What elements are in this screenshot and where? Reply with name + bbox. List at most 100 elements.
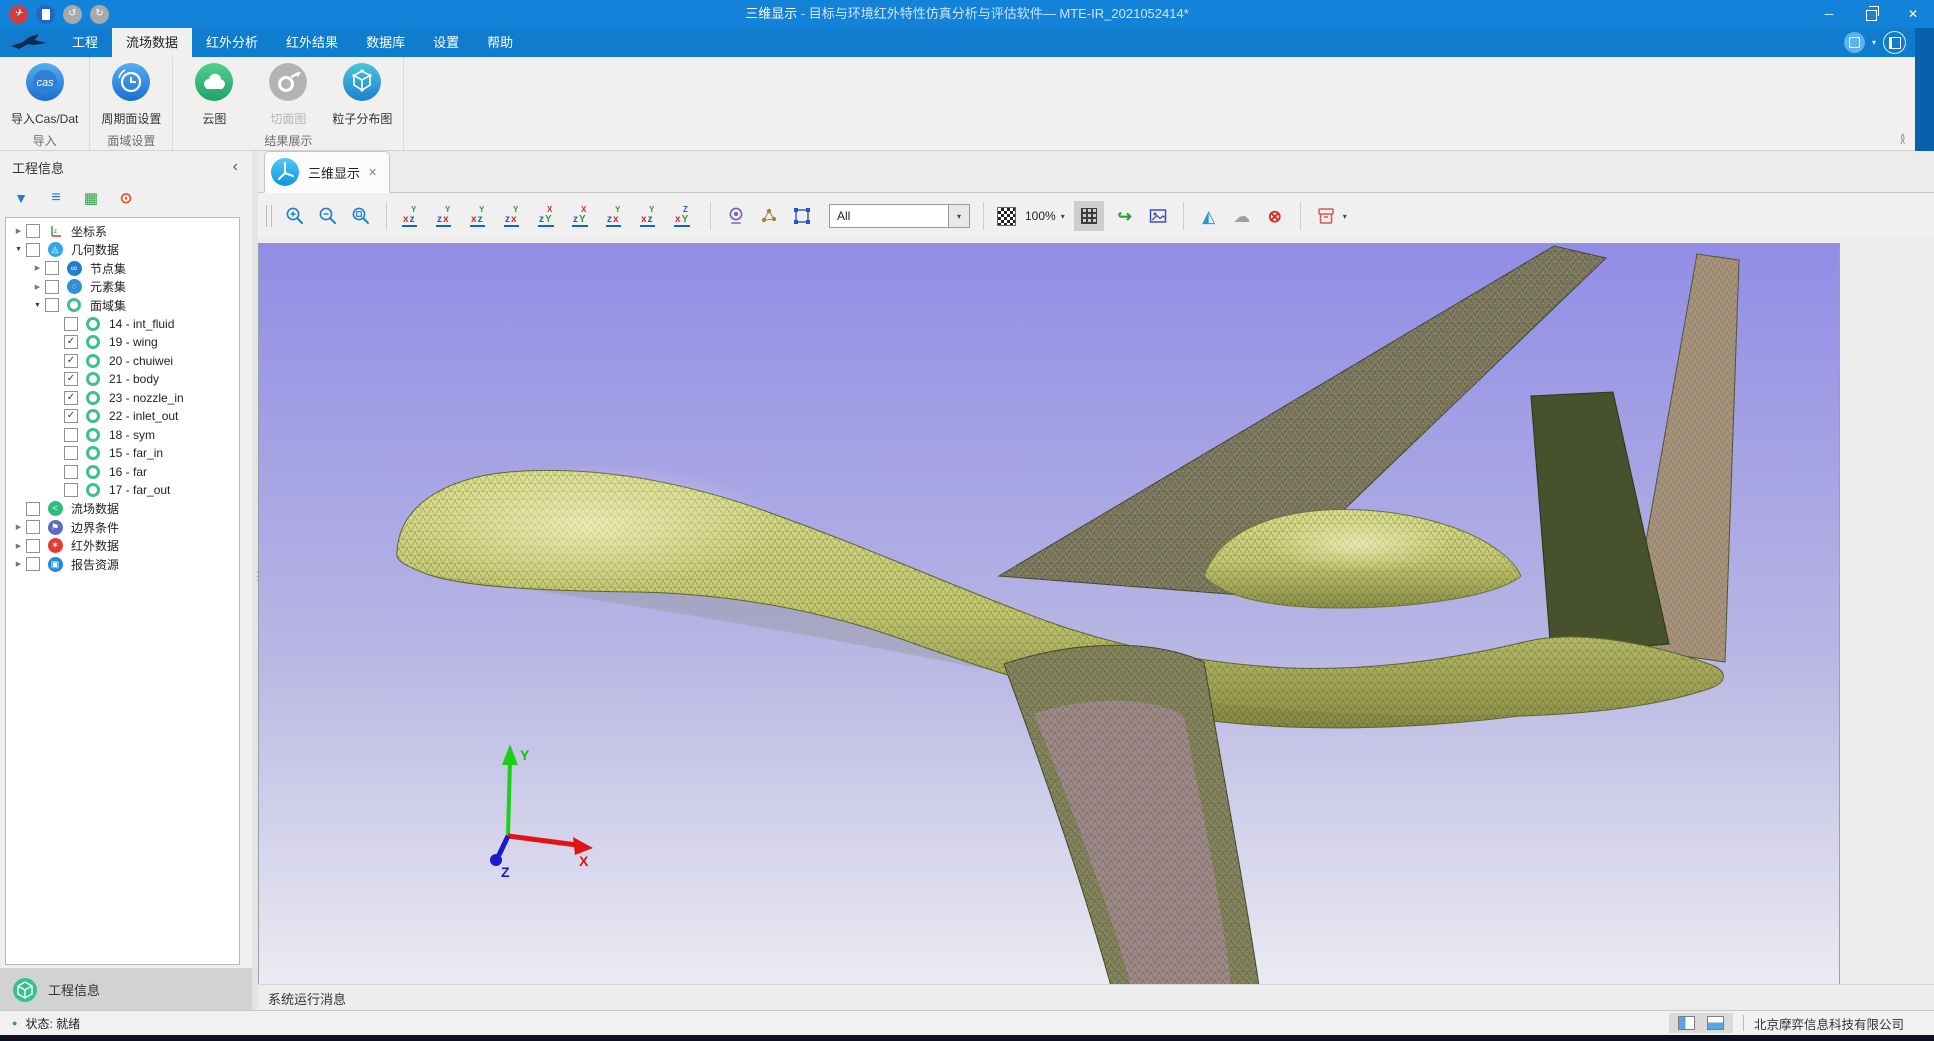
expander-closed-icon[interactable]: ▶ bbox=[12, 560, 25, 568]
expander-open-icon[interactable]: ▼ bbox=[31, 302, 44, 309]
zoom-out-button[interactable] bbox=[316, 204, 340, 228]
minimize-button[interactable]: ─ bbox=[1808, 0, 1850, 28]
zoom-in-button[interactable] bbox=[283, 204, 307, 228]
tree-item[interactable]: 17 - far_out bbox=[6, 481, 239, 500]
tree-item[interactable]: ▼◬几何数据 bbox=[6, 241, 239, 260]
ribbon-layout-caret-icon[interactable]: ▾ bbox=[1872, 38, 1876, 47]
tree-item[interactable]: 16 - far bbox=[6, 463, 239, 482]
notebook-panel-button[interactable] bbox=[1883, 31, 1906, 54]
combobox-dropdown-icon[interactable]: ▾ bbox=[948, 205, 969, 227]
expander-closed-icon[interactable]: ▶ bbox=[31, 283, 44, 291]
tree-item[interactable]: 14 - int_fluid bbox=[6, 315, 239, 334]
tree-item[interactable]: ✓21 - body bbox=[6, 370, 239, 389]
tree-checkbox[interactable] bbox=[64, 465, 78, 479]
menu-item-2[interactable]: 流场数据 bbox=[112, 28, 192, 57]
view-bottom-icon[interactable]: XzY bbox=[570, 205, 595, 228]
app-button[interactable]: ✈ bbox=[9, 5, 28, 24]
dither-pattern-icon[interactable] bbox=[997, 207, 1016, 226]
export-view-button[interactable]: ↪ bbox=[1113, 204, 1137, 228]
tree-checkbox[interactable]: ✓ bbox=[64, 391, 78, 405]
tree-checkbox[interactable]: ✓ bbox=[64, 409, 78, 423]
box-select-button[interactable] bbox=[790, 204, 814, 228]
tree-item[interactable]: 15 - far_in bbox=[6, 444, 239, 463]
menu-item-4[interactable]: 红外结果 bbox=[272, 28, 352, 57]
grid-view-button[interactable]: ▦ bbox=[82, 191, 100, 206]
tab-3d-view[interactable]: 三维显示 ✕ bbox=[264, 151, 390, 193]
view-iso-2-icon[interactable]: Yxz bbox=[638, 205, 663, 228]
display-filter-combobox[interactable]: All ▾ bbox=[829, 204, 970, 228]
tree-checkbox[interactable] bbox=[45, 280, 59, 294]
grid-toggle-button[interactable] bbox=[1074, 201, 1104, 231]
tree-checkbox[interactable] bbox=[26, 224, 40, 238]
viewport-3d-scene[interactable]: Y X Z bbox=[258, 243, 1840, 987]
collapse-ribbon-button[interactable]: ∧ ∧ bbox=[1899, 134, 1906, 144]
tree-checkbox[interactable] bbox=[26, 243, 40, 257]
menu-item-7[interactable]: 帮助 bbox=[473, 28, 527, 57]
collapse-panel-button[interactable]: ‹ bbox=[233, 159, 238, 175]
tree-checkbox[interactable] bbox=[45, 298, 59, 312]
expander-open-icon[interactable]: ▼ bbox=[12, 246, 25, 253]
menu-item-3[interactable]: 红外分析 bbox=[192, 28, 272, 57]
view-right-icon[interactable]: Yzx bbox=[502, 205, 527, 228]
toolbar-drag-handle[interactable] bbox=[266, 205, 272, 227]
ribbon-button-cas[interactable]: cas导入Cas/Dat bbox=[4, 61, 85, 135]
tree-checkbox[interactable] bbox=[64, 428, 78, 442]
screenshot-button[interactable] bbox=[1146, 204, 1170, 228]
archive-box-button[interactable] bbox=[1314, 204, 1338, 228]
view-iso-3-icon[interactable]: ZxY bbox=[672, 205, 697, 228]
tree-item[interactable]: ✓22 - inlet_out bbox=[6, 407, 239, 426]
tree-checkbox[interactable] bbox=[26, 502, 40, 516]
ribbon-button-cloud[interactable]: 云图 bbox=[177, 61, 251, 135]
clear-results-button[interactable]: ⊗ bbox=[1263, 204, 1287, 228]
tree-item[interactable]: ✓19 - wing bbox=[6, 333, 239, 352]
zoom-level-value[interactable]: 100% bbox=[1025, 209, 1056, 223]
camera-view-button[interactable] bbox=[724, 204, 748, 228]
tree-item[interactable]: ✓20 - chuiwei bbox=[6, 352, 239, 371]
expander-closed-icon[interactable]: ▶ bbox=[31, 264, 44, 272]
expander-closed-icon[interactable]: ▶ bbox=[12, 523, 25, 531]
tree-checkbox[interactable] bbox=[64, 317, 78, 331]
view-back-icon[interactable]: Yzx bbox=[434, 205, 459, 228]
new-file-button[interactable] bbox=[36, 5, 55, 24]
tree-item[interactable]: ▶∞节点集 bbox=[6, 259, 239, 278]
filter-button[interactable]: ▼ bbox=[12, 191, 30, 205]
view-front-icon[interactable]: Yxz bbox=[400, 205, 425, 228]
smooth-shading-button[interactable]: ☁ bbox=[1230, 204, 1254, 228]
close-button[interactable]: ✕ bbox=[1892, 0, 1934, 28]
tree-item[interactable]: 18 - sym bbox=[6, 426, 239, 445]
tree-item[interactable]: ▶✶红外数据 bbox=[6, 537, 239, 556]
ribbon-button-cube[interactable]: 粒子分布图 bbox=[325, 61, 399, 135]
archive-caret-icon[interactable]: ▾ bbox=[1343, 212, 1347, 221]
view-left-icon[interactable]: Yxz bbox=[468, 205, 493, 228]
ribbon-layout-button[interactable] bbox=[1844, 32, 1865, 53]
redo-button[interactable]: ↻ bbox=[90, 5, 109, 24]
zoom-level-caret-icon[interactable]: ▾ bbox=[1061, 212, 1065, 221]
tree-item[interactable]: <流场数据 bbox=[6, 500, 239, 519]
tree-checkbox[interactable] bbox=[26, 539, 40, 553]
tree-checkbox[interactable]: ✓ bbox=[64, 372, 78, 386]
tree-item[interactable]: ▶◌元素集 bbox=[6, 278, 239, 297]
tree-checkbox[interactable]: ✓ bbox=[64, 354, 78, 368]
tree-checkbox[interactable] bbox=[45, 261, 59, 275]
ribbon-button-clock[interactable]: 周期面设置 bbox=[94, 61, 168, 135]
tree-checkbox[interactable] bbox=[26, 557, 40, 571]
tree-checkbox[interactable] bbox=[64, 483, 78, 497]
layout-left-panel-icon[interactable] bbox=[1678, 1016, 1695, 1030]
tree-item[interactable]: ▶⚑边界条件 bbox=[6, 518, 239, 537]
zoom-fit-button[interactable] bbox=[349, 204, 373, 228]
menu-item-1[interactable]: 工程 bbox=[58, 28, 112, 57]
tree-item[interactable]: ▶▣报告资源 bbox=[6, 555, 239, 574]
tree-item[interactable]: ✓23 - nozzle_in bbox=[6, 389, 239, 408]
particles-button[interactable] bbox=[757, 204, 781, 228]
tree-checkbox[interactable] bbox=[26, 520, 40, 534]
restore-button[interactable] bbox=[1850, 0, 1892, 28]
panel-bottom-bar[interactable]: 工程信息 bbox=[0, 968, 252, 1011]
expander-closed-icon[interactable]: ▶ bbox=[12, 542, 25, 550]
layout-bottom-panel-icon[interactable] bbox=[1707, 1016, 1724, 1030]
menu-item-5[interactable]: 数据库 bbox=[352, 28, 419, 57]
view-top-icon[interactable]: XzY bbox=[536, 205, 561, 228]
tree-checkbox[interactable]: ✓ bbox=[64, 335, 78, 349]
undo-button[interactable]: ↺ bbox=[63, 5, 82, 24]
tree-checkbox[interactable] bbox=[64, 446, 78, 460]
locate-button[interactable]: ⊙ bbox=[117, 191, 135, 206]
